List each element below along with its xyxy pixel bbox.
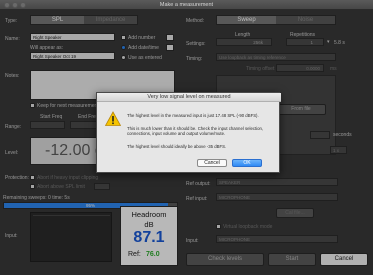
alert-title: Very low signal level on measured — [97, 93, 281, 102]
window-title: Make a measurement — [159, 2, 214, 8]
alert-line-2: This is much lower than it should be. Ch… — [127, 126, 264, 137]
close-window-button[interactable] — [4, 2, 10, 8]
window-titlebar: Make a measurement — [0, 0, 373, 10]
alert-line-3: The highest level should ideally be abov… — [127, 144, 227, 149]
alert-ok-button[interactable]: OK — [232, 159, 262, 167]
alert-cancel-button[interactable]: Cancel — [197, 159, 227, 167]
zoom-window-button[interactable] — [20, 2, 26, 8]
alert-line-1: The highest level in the measured input … — [127, 113, 259, 118]
minimize-window-button[interactable] — [12, 2, 18, 8]
warning-icon — [104, 111, 122, 127]
low-signal-alert: Very low signal level on measured The hi… — [96, 92, 281, 173]
